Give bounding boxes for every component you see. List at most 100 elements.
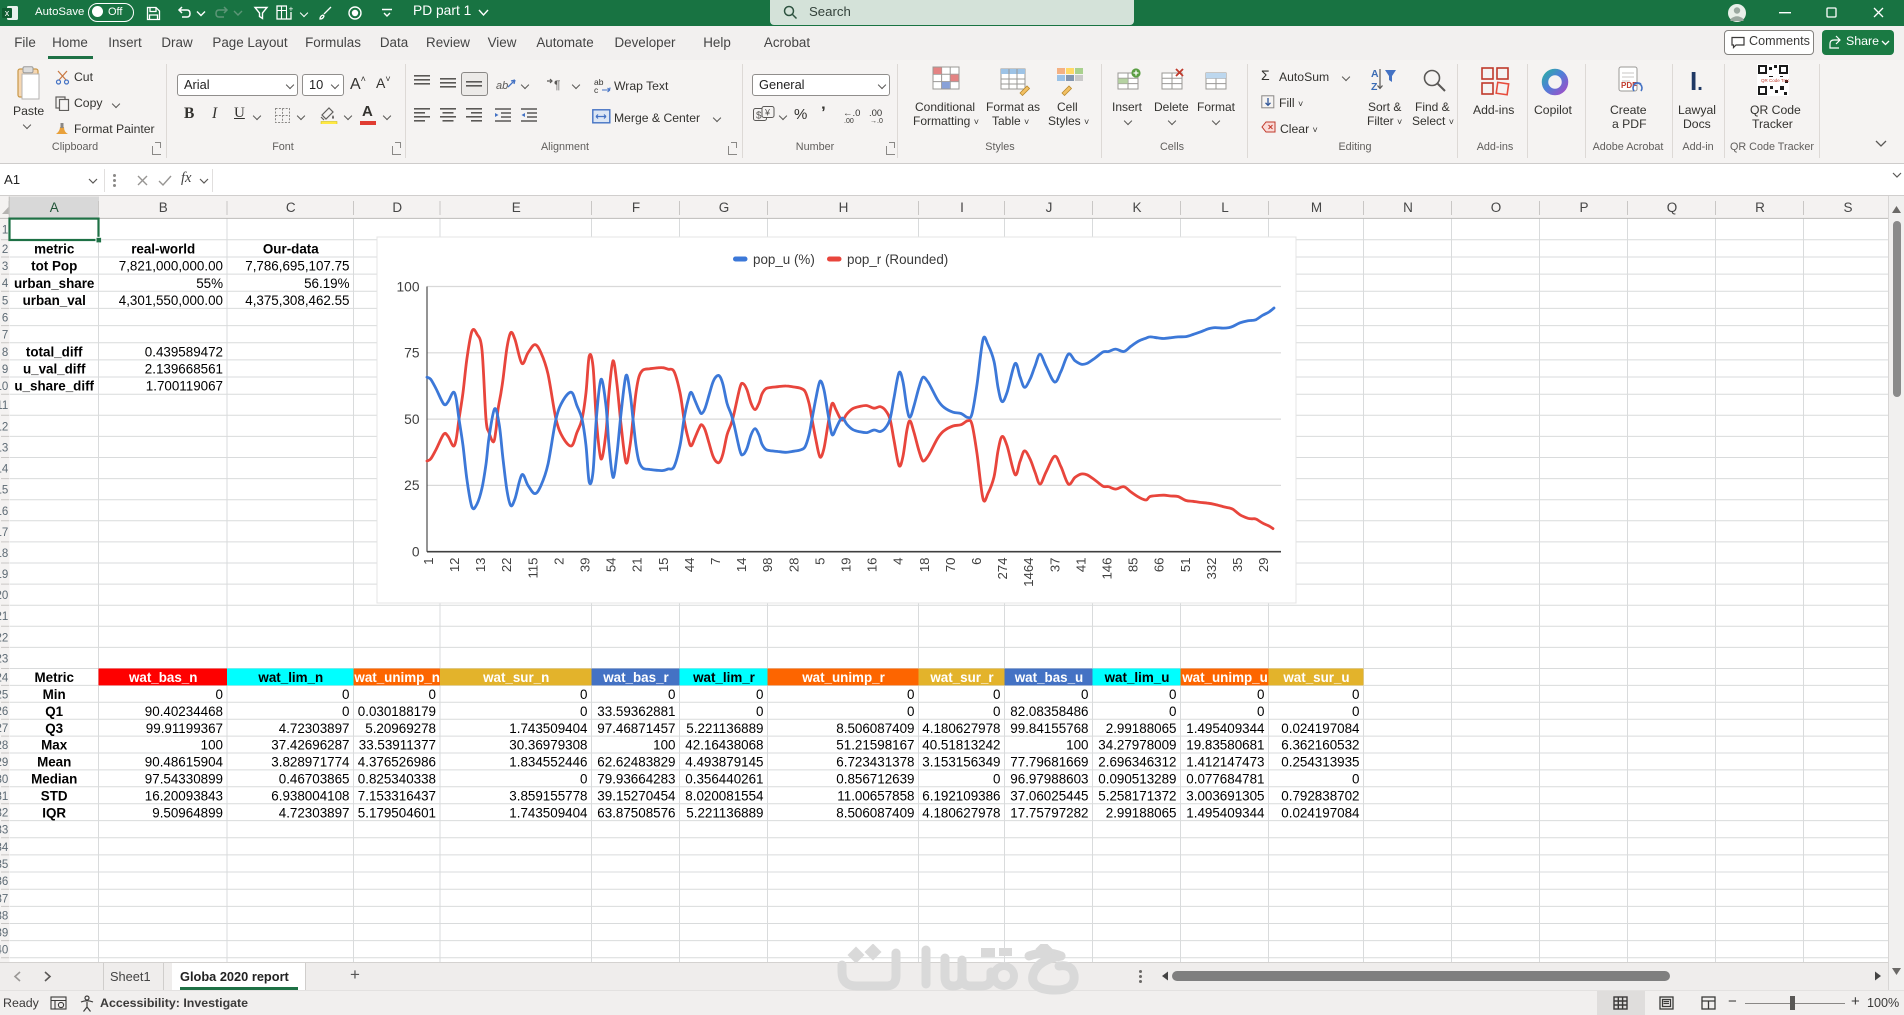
svg-text:7,786,695,107.75: 7,786,695,107.75 (245, 259, 349, 274)
svg-text:total_diff: total_diff (26, 344, 83, 359)
svg-text:99.84155768: 99.84155768 (1010, 721, 1088, 736)
svg-text:6.362160532: 6.362160532 (1281, 738, 1359, 753)
svg-text:99.91199367: 99.91199367 (146, 721, 223, 736)
svg-text:100: 100 (201, 738, 223, 753)
svg-text:¶: ¶ (554, 78, 560, 91)
svg-text:B: B (159, 200, 168, 215)
svg-text:A: A (1371, 68, 1379, 80)
svg-text:0.46703865: 0.46703865 (279, 771, 350, 786)
svg-text:.00: .00 (844, 118, 854, 123)
svg-text:2.99188065: 2.99188065 (1106, 805, 1177, 820)
svg-text:3.828971774: 3.828971774 (271, 755, 350, 770)
svg-text:6: 6 (2, 313, 8, 325)
svg-text:I: I (960, 200, 964, 215)
svg-text:4: 4 (891, 558, 906, 565)
svg-text:32: 32 (0, 808, 8, 820)
svg-text:26: 26 (0, 706, 8, 718)
svg-text:15: 15 (0, 485, 8, 497)
svg-text:0.024197084: 0.024197084 (1281, 805, 1360, 820)
svg-text:3.859155778: 3.859155778 (509, 788, 587, 803)
svg-text:J: J (1046, 200, 1053, 215)
svg-text:QR Code Tracker: QR Code Tracker (1761, 78, 1789, 83)
svg-text:100: 100 (1066, 738, 1088, 753)
svg-text:16: 16 (865, 558, 880, 573)
svg-text:0: 0 (580, 704, 587, 719)
svg-text:3.003691305: 3.003691305 (1186, 788, 1264, 803)
svg-text:90.40234468: 90.40234468 (145, 704, 223, 719)
svg-text:3: 3 (2, 261, 8, 273)
svg-text:37.06025445: 37.06025445 (1010, 788, 1088, 803)
svg-text:0: 0 (993, 687, 1000, 702)
svg-text:51: 51 (1178, 558, 1193, 573)
svg-text:1.412147473: 1.412147473 (1186, 755, 1264, 770)
svg-text:25: 25 (404, 478, 420, 493)
svg-text:5: 5 (812, 558, 827, 565)
svg-text:0: 0 (580, 771, 587, 786)
svg-text:F: F (632, 200, 640, 215)
svg-text:7.153316437: 7.153316437 (358, 788, 436, 803)
svg-text:1.834552446: 1.834552446 (509, 755, 587, 770)
svg-text:97.54330899: 97.54330899 (145, 771, 223, 786)
svg-text:14: 14 (0, 464, 9, 476)
svg-text:wat_lim_u: wat_lim_u (1104, 670, 1170, 685)
svg-text:0: 0 (1352, 771, 1359, 786)
svg-text:40.51813242: 40.51813242 (922, 738, 1000, 753)
svg-text:0: 0 (1169, 687, 1176, 702)
svg-text:13: 13 (0, 442, 8, 454)
svg-text:96.97988603: 96.97988603 (1010, 771, 1088, 786)
svg-text:→.0: →.0 (870, 118, 883, 123)
svg-text:IQR: IQR (42, 805, 66, 820)
svg-text:9: 9 (2, 364, 8, 376)
svg-text:1.700119067: 1.700119067 (146, 379, 223, 394)
svg-text:wat_bas_n: wat_bas_n (128, 670, 197, 685)
svg-text:C: C (286, 200, 296, 215)
svg-text:Our-data: Our-data (263, 242, 319, 257)
svg-text:O: O (1491, 200, 1502, 215)
svg-text:24: 24 (0, 673, 9, 685)
svg-text:0.825340338: 0.825340338 (358, 771, 436, 786)
svg-text:11.00657858: 11.00657858 (837, 788, 914, 803)
svg-text:Z: Z (1371, 81, 1378, 93)
svg-text:56.19%: 56.19% (304, 276, 350, 291)
svg-text:19: 19 (0, 569, 8, 581)
svg-text:0: 0 (1169, 704, 1176, 719)
svg-text:wat_unimp_n: wat_unimp_n (353, 670, 440, 685)
svg-text:0: 0 (342, 687, 349, 702)
svg-text:0: 0 (1352, 704, 1359, 719)
svg-text:4,375,308,462.55: 4,375,308,462.55 (245, 293, 349, 308)
svg-text:21: 21 (0, 611, 8, 623)
svg-text:Median: Median (31, 771, 77, 786)
svg-text:8.506087409: 8.506087409 (836, 805, 914, 820)
svg-text:7: 7 (2, 330, 8, 342)
svg-text:L: L (1221, 200, 1229, 215)
svg-text:PDF: PDF (1621, 81, 1637, 90)
svg-text:33.53911377: 33.53911377 (359, 738, 436, 753)
svg-text:13: 13 (473, 558, 488, 573)
svg-text:4: 4 (2, 278, 9, 290)
svg-text:16.20093843: 16.20093843 (145, 788, 223, 803)
svg-text:90.48615904: 90.48615904 (145, 755, 224, 770)
svg-text:2.99188065: 2.99188065 (1106, 721, 1177, 736)
svg-text:1.495409344: 1.495409344 (1186, 805, 1265, 820)
svg-text:1.495409344: 1.495409344 (1186, 721, 1265, 736)
svg-text:31: 31 (0, 791, 8, 803)
svg-text:0: 0 (756, 704, 763, 719)
svg-text:wat_bas_r: wat_bas_r (602, 670, 669, 685)
svg-text:M: M (1311, 200, 1322, 215)
svg-text:0.356440261: 0.356440261 (685, 771, 763, 786)
svg-text:0: 0 (412, 545, 420, 560)
svg-text:S: S (1843, 200, 1852, 215)
svg-text:Q3: Q3 (45, 721, 63, 736)
svg-text:34: 34 (0, 842, 9, 854)
svg-text:54: 54 (604, 558, 619, 573)
svg-text:51.21598167: 51.21598167 (836, 738, 914, 753)
svg-text:0.856712639: 0.856712639 (836, 771, 914, 786)
svg-text:0: 0 (1257, 687, 1264, 702)
svg-text:5.179504601: 5.179504601 (358, 805, 436, 820)
svg-text:22: 22 (499, 558, 514, 573)
svg-text:39: 39 (578, 558, 593, 573)
svg-text:0: 0 (342, 704, 349, 719)
svg-text:¥: ¥ (764, 108, 771, 118)
svg-text:6.192109386: 6.192109386 (922, 788, 1000, 803)
svg-text:0.254313935: 0.254313935 (1281, 755, 1359, 770)
